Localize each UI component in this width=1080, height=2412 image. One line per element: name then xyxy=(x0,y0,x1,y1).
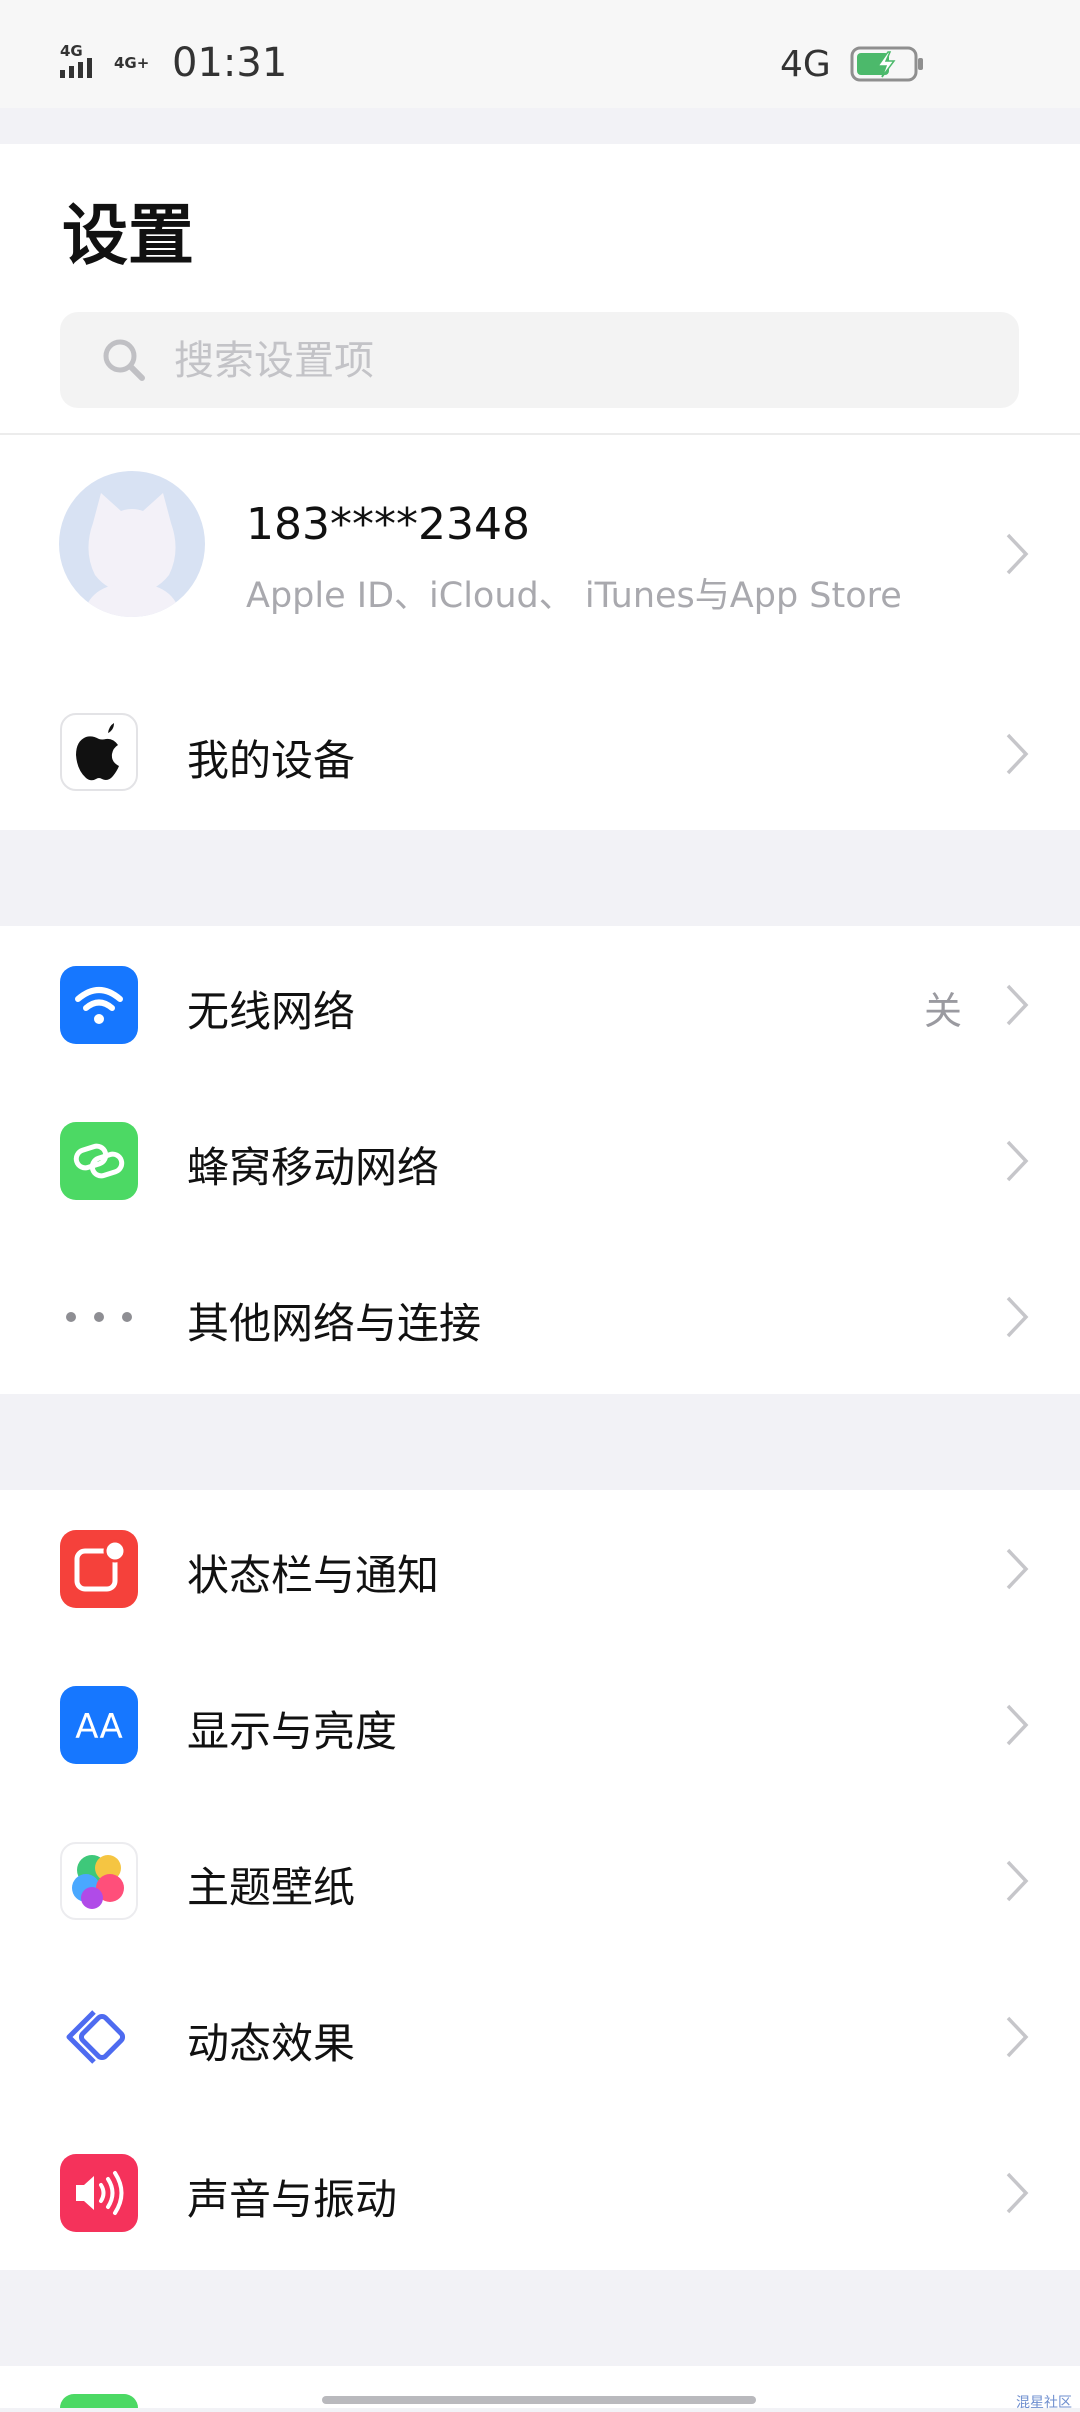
search-icon xyxy=(103,339,145,381)
settings-item-theme-wallpaper[interactable]: 主题壁纸 xyxy=(0,1802,1080,1958)
apple-logo-icon xyxy=(60,713,138,791)
settings-header: 设置 xyxy=(0,144,1080,435)
partial-item-icon xyxy=(60,2394,138,2408)
my-device-row[interactable]: 我的设备 xyxy=(0,677,1080,830)
status-bar-notifications-label: 状态栏与通知 xyxy=(187,1551,440,1600)
settings-item-other-networks[interactable]: 其他网络与连接 xyxy=(0,1238,1080,1394)
svg-text:4G: 4G xyxy=(60,42,83,60)
page-title: 设置 xyxy=(62,197,194,274)
watermark: 混星社区 xyxy=(1016,2395,1072,2411)
account-name: 183****2348 xyxy=(246,499,530,550)
status-bar: 4G 4G+ 01:31 4G xyxy=(0,0,1080,108)
settings-item-wifi[interactable]: 无线网络 关 xyxy=(0,926,1080,1082)
signal-icon: 4G 4G+ xyxy=(60,42,149,78)
wifi-status-value: 关 xyxy=(923,989,962,1033)
chevron-right-icon xyxy=(1006,984,1029,1026)
settings-item-sound-vibration[interactable]: 声音与振动 xyxy=(0,2114,1080,2270)
avatar-placeholder-icon xyxy=(83,493,181,617)
wifi-icon xyxy=(60,966,138,1044)
display-group: 状态栏与通知 AA 显示与亮度 主题壁纸 动态效果 声音与振动 xyxy=(0,1490,1080,2270)
network-type: 4G xyxy=(780,44,831,85)
motion-effect-icon xyxy=(60,1998,138,2076)
theme-wallpaper-label: 主题壁纸 xyxy=(187,1863,356,1912)
wifi-label: 无线网络 xyxy=(187,987,356,1036)
account-group: 183****2348 Apple ID、iCloud、 iTunes与App … xyxy=(0,435,1080,830)
sound-vibration-label: 声音与振动 xyxy=(187,2175,398,2224)
chevron-right-icon xyxy=(1006,1860,1029,1902)
status-time: 01:31 xyxy=(172,40,288,86)
cellular-icon xyxy=(60,1122,138,1200)
battery-icon xyxy=(850,46,923,82)
display-brightness-icon: AA xyxy=(60,1686,138,1764)
search-bar[interactable] xyxy=(60,312,1019,408)
account-row[interactable]: 183****2348 Apple ID、iCloud、 iTunes与App … xyxy=(0,435,1080,677)
chevron-right-icon xyxy=(1006,2172,1029,2214)
other-networks-label: 其他网络与连接 xyxy=(187,1299,482,1348)
network-group: 无线网络 关 蜂窝移动网络 其他网络与连接 xyxy=(0,926,1080,1394)
theme-wallpaper-icon xyxy=(60,1842,138,1920)
svg-text:AA: AA xyxy=(75,1707,122,1747)
chevron-right-icon xyxy=(1006,1704,1029,1746)
chevron-right-icon xyxy=(1006,1548,1029,1590)
account-subtitle: Apple ID、iCloud、 iTunes与App Store xyxy=(246,576,902,616)
my-device-label: 我的设备 xyxy=(187,736,356,785)
more-dots-icon xyxy=(60,1278,138,1356)
sound-icon xyxy=(60,2154,138,2232)
notification-icon xyxy=(60,1530,138,1608)
search-input[interactable] xyxy=(172,328,976,394)
settings-item-motion-effects[interactable]: 动态效果 xyxy=(0,1958,1080,2114)
display-brightness-label: 显示与亮度 xyxy=(187,1707,398,1756)
cellular-label: 蜂窝移动网络 xyxy=(187,1143,440,1192)
avatar xyxy=(59,471,205,617)
settings-item-display-brightness[interactable]: AA 显示与亮度 xyxy=(0,1646,1080,1802)
chevron-right-icon xyxy=(1006,2016,1029,2058)
settings-item-status-bar-notifications[interactable]: 状态栏与通知 xyxy=(0,1490,1080,1646)
chevron-right-icon xyxy=(1006,1296,1029,1338)
chevron-right-icon xyxy=(1006,533,1029,575)
settings-item-cellular[interactable]: 蜂窝移动网络 xyxy=(0,1082,1080,1238)
chevron-right-icon xyxy=(1006,1140,1029,1182)
home-indicator[interactable] xyxy=(322,2396,756,2404)
chevron-right-icon xyxy=(1006,733,1029,775)
motion-effects-label: 动态效果 xyxy=(187,2019,356,2068)
svg-text:4G+: 4G+ xyxy=(114,54,149,72)
